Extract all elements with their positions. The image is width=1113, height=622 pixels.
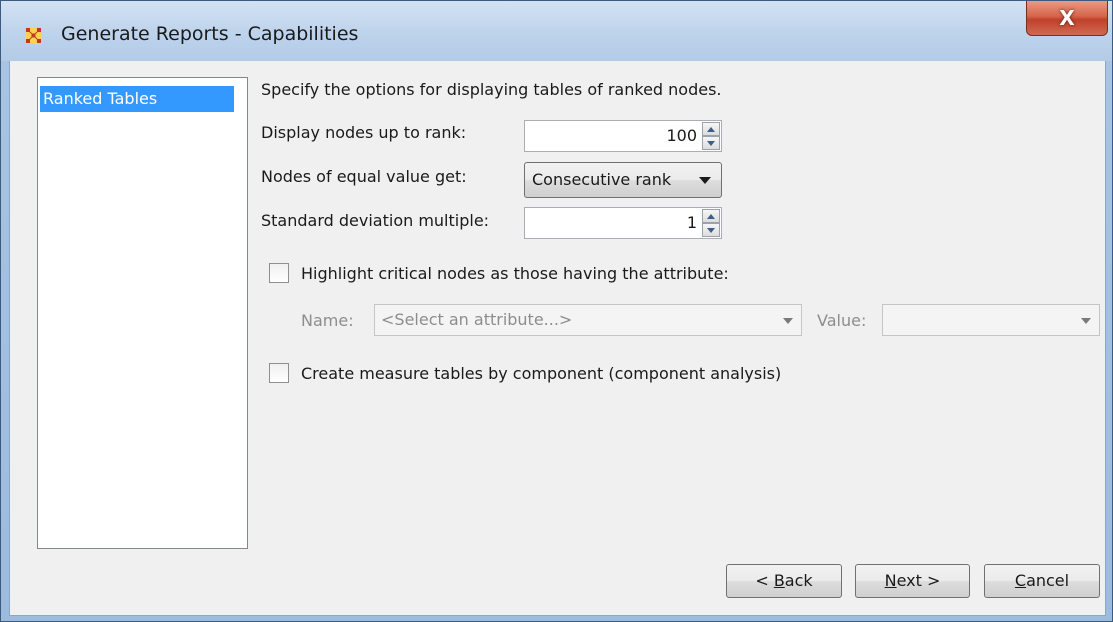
component-analysis-label: Create measure tables by component (comp… [301, 364, 782, 383]
cancel-button[interactable]: Cancel [984, 564, 1100, 598]
network-grid-icon [25, 27, 42, 44]
attribute-name-dropdown[interactable]: <Select an attribute...> [374, 304, 802, 336]
back-button[interactable]: < Back [726, 564, 842, 598]
next-mnemonic: N [884, 571, 897, 590]
display-rank-label: Display nodes up to rank: [261, 123, 467, 142]
cancel-rest: ancel [1026, 571, 1070, 590]
chevron-down-icon [1081, 318, 1091, 324]
section-description: Specify the options for displaying table… [261, 80, 722, 99]
chevron-down-icon [783, 318, 793, 324]
spinner-up-button[interactable] [702, 122, 720, 136]
triangle-up-icon [707, 213, 715, 219]
component-analysis-checkbox[interactable] [269, 363, 289, 383]
display-rank-spinner[interactable]: 100 [524, 120, 722, 152]
std-dev-label: Standard deviation multiple: [261, 211, 490, 230]
highlight-checkbox[interactable] [269, 263, 289, 283]
cancel-mnemonic: C [1014, 571, 1027, 590]
highlight-label: Highlight critical nodes as those having… [301, 264, 729, 283]
section-item-ranked-tables[interactable]: Ranked Tables [40, 86, 234, 112]
attribute-name-label: Name: [301, 311, 354, 330]
title-bar[interactable]: Generate Reports - Capabilities X [1, 1, 1112, 61]
spinner-down-button[interactable] [702, 223, 720, 237]
triangle-down-icon [707, 227, 715, 233]
attribute-name-placeholder: <Select an attribute...> [381, 310, 573, 329]
std-dev-value[interactable]: 1 [687, 208, 697, 238]
section-list[interactable]: Ranked Tables [37, 77, 248, 549]
std-dev-spinner[interactable]: 1 [524, 207, 722, 239]
dialog-window: Generate Reports - Capabilities X Ranked… [0, 0, 1113, 622]
attribute-value-label: Value: [817, 311, 867, 330]
spinner-down-button[interactable] [702, 136, 720, 150]
triangle-down-icon [707, 140, 715, 146]
spinner-up-button[interactable] [702, 209, 720, 223]
triangle-up-icon [707, 126, 715, 132]
close-icon: X [1059, 6, 1075, 30]
display-rank-value[interactable]: 100 [666, 121, 697, 151]
back-rest: ack [784, 571, 813, 590]
next-button[interactable]: Next > [855, 564, 970, 598]
window-title: Generate Reports - Capabilities [61, 23, 359, 45]
dialog-content: Ranked Tables Specify the options for di… [9, 61, 1106, 616]
chevron-down-icon [699, 177, 711, 184]
equal-value-label: Nodes of equal value get: [261, 167, 467, 186]
attribute-value-dropdown[interactable] [882, 304, 1100, 336]
equal-value-dropdown[interactable]: Consecutive rank [524, 162, 722, 198]
equal-value-selected: Consecutive rank [532, 170, 672, 189]
next-rest: ext > [896, 571, 941, 590]
back-prefix: < [755, 571, 774, 590]
back-mnemonic: B [773, 571, 785, 590]
close-button[interactable]: X [1026, 1, 1108, 36]
